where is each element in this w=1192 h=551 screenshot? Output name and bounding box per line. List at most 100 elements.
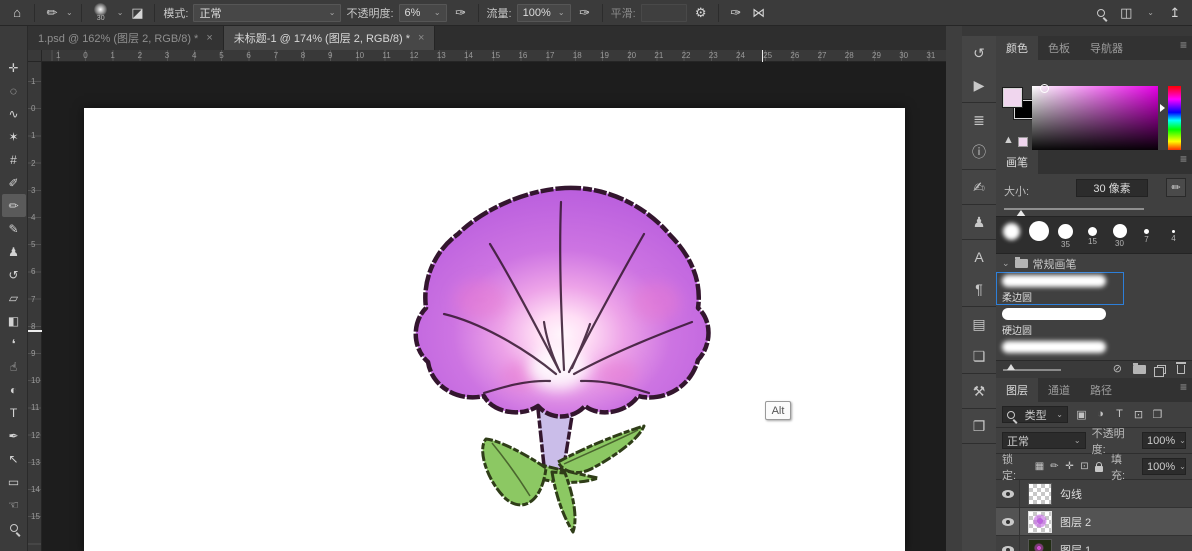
info-panel-icon[interactable]: ⓘ: [964, 139, 994, 165]
brush-preset[interactable]: 35: [1052, 219, 1079, 253]
gear-icon[interactable]: ⚙: [692, 6, 710, 19]
dodge-tool[interactable]: ◐: [2, 378, 26, 401]
layer-row[interactable]: 图层 1: [996, 536, 1192, 551]
toggle-visibility-icon[interactable]: ⊘: [1113, 364, 1122, 375]
lock-artboard-icon[interactable]: ⊡: [1078, 461, 1091, 472]
color-panel-tab[interactable]: 颜色: [996, 36, 1038, 60]
color-panel-tab[interactable]: 色板: [1038, 36, 1080, 60]
smoothing-field[interactable]: [640, 3, 687, 22]
layer-row[interactable]: 勾线: [996, 480, 1192, 508]
document-tab[interactable]: 未标题-1 @ 174% (图层 2, RGB/8) * ×: [223, 26, 436, 50]
shape-tool[interactable]: ▭: [2, 470, 26, 493]
pencil-tool[interactable]: ✎: [2, 217, 26, 240]
filter-type-layers-icon[interactable]: T: [1112, 408, 1127, 421]
filter-shape-layers-icon[interactable]: ⊡: [1131, 408, 1146, 421]
layer-thumbnail[interactable]: [1028, 510, 1052, 533]
layer-visibility-cell[interactable]: [996, 536, 1020, 551]
brush-item[interactable]: 柔边圆: [996, 272, 1124, 305]
chevron-down-icon[interactable]: ⌄: [117, 8, 124, 17]
hand-tool[interactable]: ☜: [2, 493, 26, 516]
panel-menu-icon[interactable]: ≡: [1180, 150, 1192, 174]
search-icon[interactable]: [1097, 8, 1106, 17]
tab-close-icon[interactable]: ×: [206, 32, 212, 44]
flow-select[interactable]: 100% ⌄: [516, 3, 571, 22]
saturation-brightness-field[interactable]: [1032, 86, 1158, 150]
vertical-ruler[interactable]: 1 0 1 2 3 4 5 6 7 8 9 10 11 12 13 14 15: [28, 62, 42, 551]
smudge-tool[interactable]: ☝: [2, 355, 26, 378]
tab-close-icon[interactable]: ×: [418, 32, 424, 44]
filter-adjustment-layers-icon[interactable]: ◑: [1093, 408, 1108, 421]
panel-gutter[interactable]: [946, 26, 962, 551]
panel-menu-icon[interactable]: ≡: [1180, 36, 1192, 60]
brush-preset-picker[interactable]: 30: [90, 3, 112, 22]
layers-panel-tab[interactable]: 通道: [1038, 378, 1080, 402]
chevron-down-icon[interactable]: ⌄: [1147, 8, 1154, 17]
brush-settings-button[interactable]: ✏: [1166, 178, 1186, 197]
lock-all-icon[interactable]: [1095, 461, 1103, 472]
brush-pressure-icon[interactable]: ✑: [727, 6, 745, 19]
gamut-warning-icon[interactable]: ▲: [1003, 134, 1014, 146]
panel-menu-icon[interactable]: ≡: [1180, 378, 1192, 402]
eye-icon[interactable]: [1001, 489, 1014, 498]
layers-panel-tab[interactable]: 路径: [1080, 378, 1122, 402]
lock-transparency-icon[interactable]: ▦: [1033, 461, 1046, 472]
brush-preset[interactable]: 7: [1133, 219, 1160, 253]
new-brush-icon[interactable]: [1154, 365, 1166, 377]
trash-icon[interactable]: [1176, 362, 1186, 374]
layer-thumbnail[interactable]: [1028, 538, 1052, 551]
brush-preset[interactable]: 4: [1160, 219, 1187, 253]
brush-panel-toggle-icon[interactable]: ◪: [128, 6, 146, 19]
magic-wand-tool[interactable]: ✶: [2, 125, 26, 148]
history-panel-icon[interactable]: ↺: [964, 40, 994, 66]
brush-folder-row[interactable]: ⌄ 常规画笔: [996, 255, 1192, 272]
layer-visibility-cell[interactable]: [996, 508, 1020, 535]
brush-settings-panel-icon[interactable]: ✍: [964, 174, 994, 200]
gamut-color-swatch[interactable]: [1018, 137, 1028, 147]
eye-icon[interactable]: [1001, 517, 1014, 526]
type-tool[interactable]: T: [2, 401, 26, 424]
color-panel-tab[interactable]: 导航器: [1080, 36, 1133, 60]
paint-symmetry-icon[interactable]: ⋈: [750, 6, 768, 19]
color-picker-cursor[interactable]: [1040, 84, 1049, 93]
gradient-tool[interactable]: ◧: [2, 309, 26, 332]
blend-mode-select[interactable]: 正常 ⌄: [193, 3, 342, 22]
eyedropper-tool[interactable]: ✐: [2, 171, 26, 194]
properties-panel-icon[interactable]: ≣: [964, 107, 994, 133]
brush-item[interactable]: 硬边圆: [996, 305, 1124, 338]
document-tab[interactable]: 1.psd @ 162% (图层 2, RGB/8) * ×: [28, 26, 224, 50]
tab-brushes[interactable]: 画笔: [996, 150, 1038, 174]
layer-fill-field[interactable]: 100% ⌄: [1142, 458, 1186, 475]
layer-visibility-cell[interactable]: [996, 480, 1020, 507]
notes-panel-icon[interactable]: ❏: [964, 343, 994, 369]
brush-item[interactable]: [996, 338, 1124, 360]
snapshot-panel-icon[interactable]: ❐: [964, 413, 994, 439]
marquee-tool[interactable]: ◌: [2, 79, 26, 102]
airbrush-pressure-icon[interactable]: ✑: [452, 6, 470, 19]
lock-pixels-icon[interactable]: ✏: [1048, 461, 1061, 472]
filter-smart-objects-icon[interactable]: ❐: [1150, 408, 1165, 421]
brush-preset[interactable]: 30: [1106, 219, 1133, 253]
brush-preset[interactable]: [1025, 219, 1052, 253]
hue-slider-marker[interactable]: [1160, 104, 1165, 112]
hue-slider[interactable]: [1168, 86, 1181, 150]
tool-presets-panel-icon[interactable]: ⚒: [964, 378, 994, 404]
layer-filter-select[interactable]: 类型 ⌄: [1002, 406, 1068, 423]
home-icon[interactable]: ⌂: [8, 6, 26, 19]
move-tool[interactable]: ✛: [2, 56, 26, 79]
lasso-tool[interactable]: ∿: [2, 102, 26, 125]
clone-stamp-tool[interactable]: ♟: [2, 240, 26, 263]
brush-tool[interactable]: ✏: [1, 194, 26, 217]
layer-thumbnail[interactable]: [1028, 482, 1052, 505]
chevron-down-icon[interactable]: ⌄: [66, 8, 73, 17]
filter-pixel-layers-icon[interactable]: ▣: [1074, 408, 1089, 421]
foreground-color-swatch[interactable]: [1002, 87, 1023, 108]
eye-icon[interactable]: [1001, 545, 1014, 551]
pen-tool[interactable]: ✒: [2, 424, 26, 447]
airbrush-icon[interactable]: ✑: [576, 6, 594, 19]
clone-source-panel-icon[interactable]: ♟: [964, 209, 994, 235]
layer-row[interactable]: 图层 2: [996, 508, 1192, 536]
brush-size-field[interactable]: 30 像素: [1076, 179, 1148, 197]
opacity-select[interactable]: 6% ⌄: [398, 3, 447, 22]
stroke-preview-slider[interactable]: [1003, 363, 1061, 371]
brush-preset[interactable]: [998, 219, 1025, 253]
